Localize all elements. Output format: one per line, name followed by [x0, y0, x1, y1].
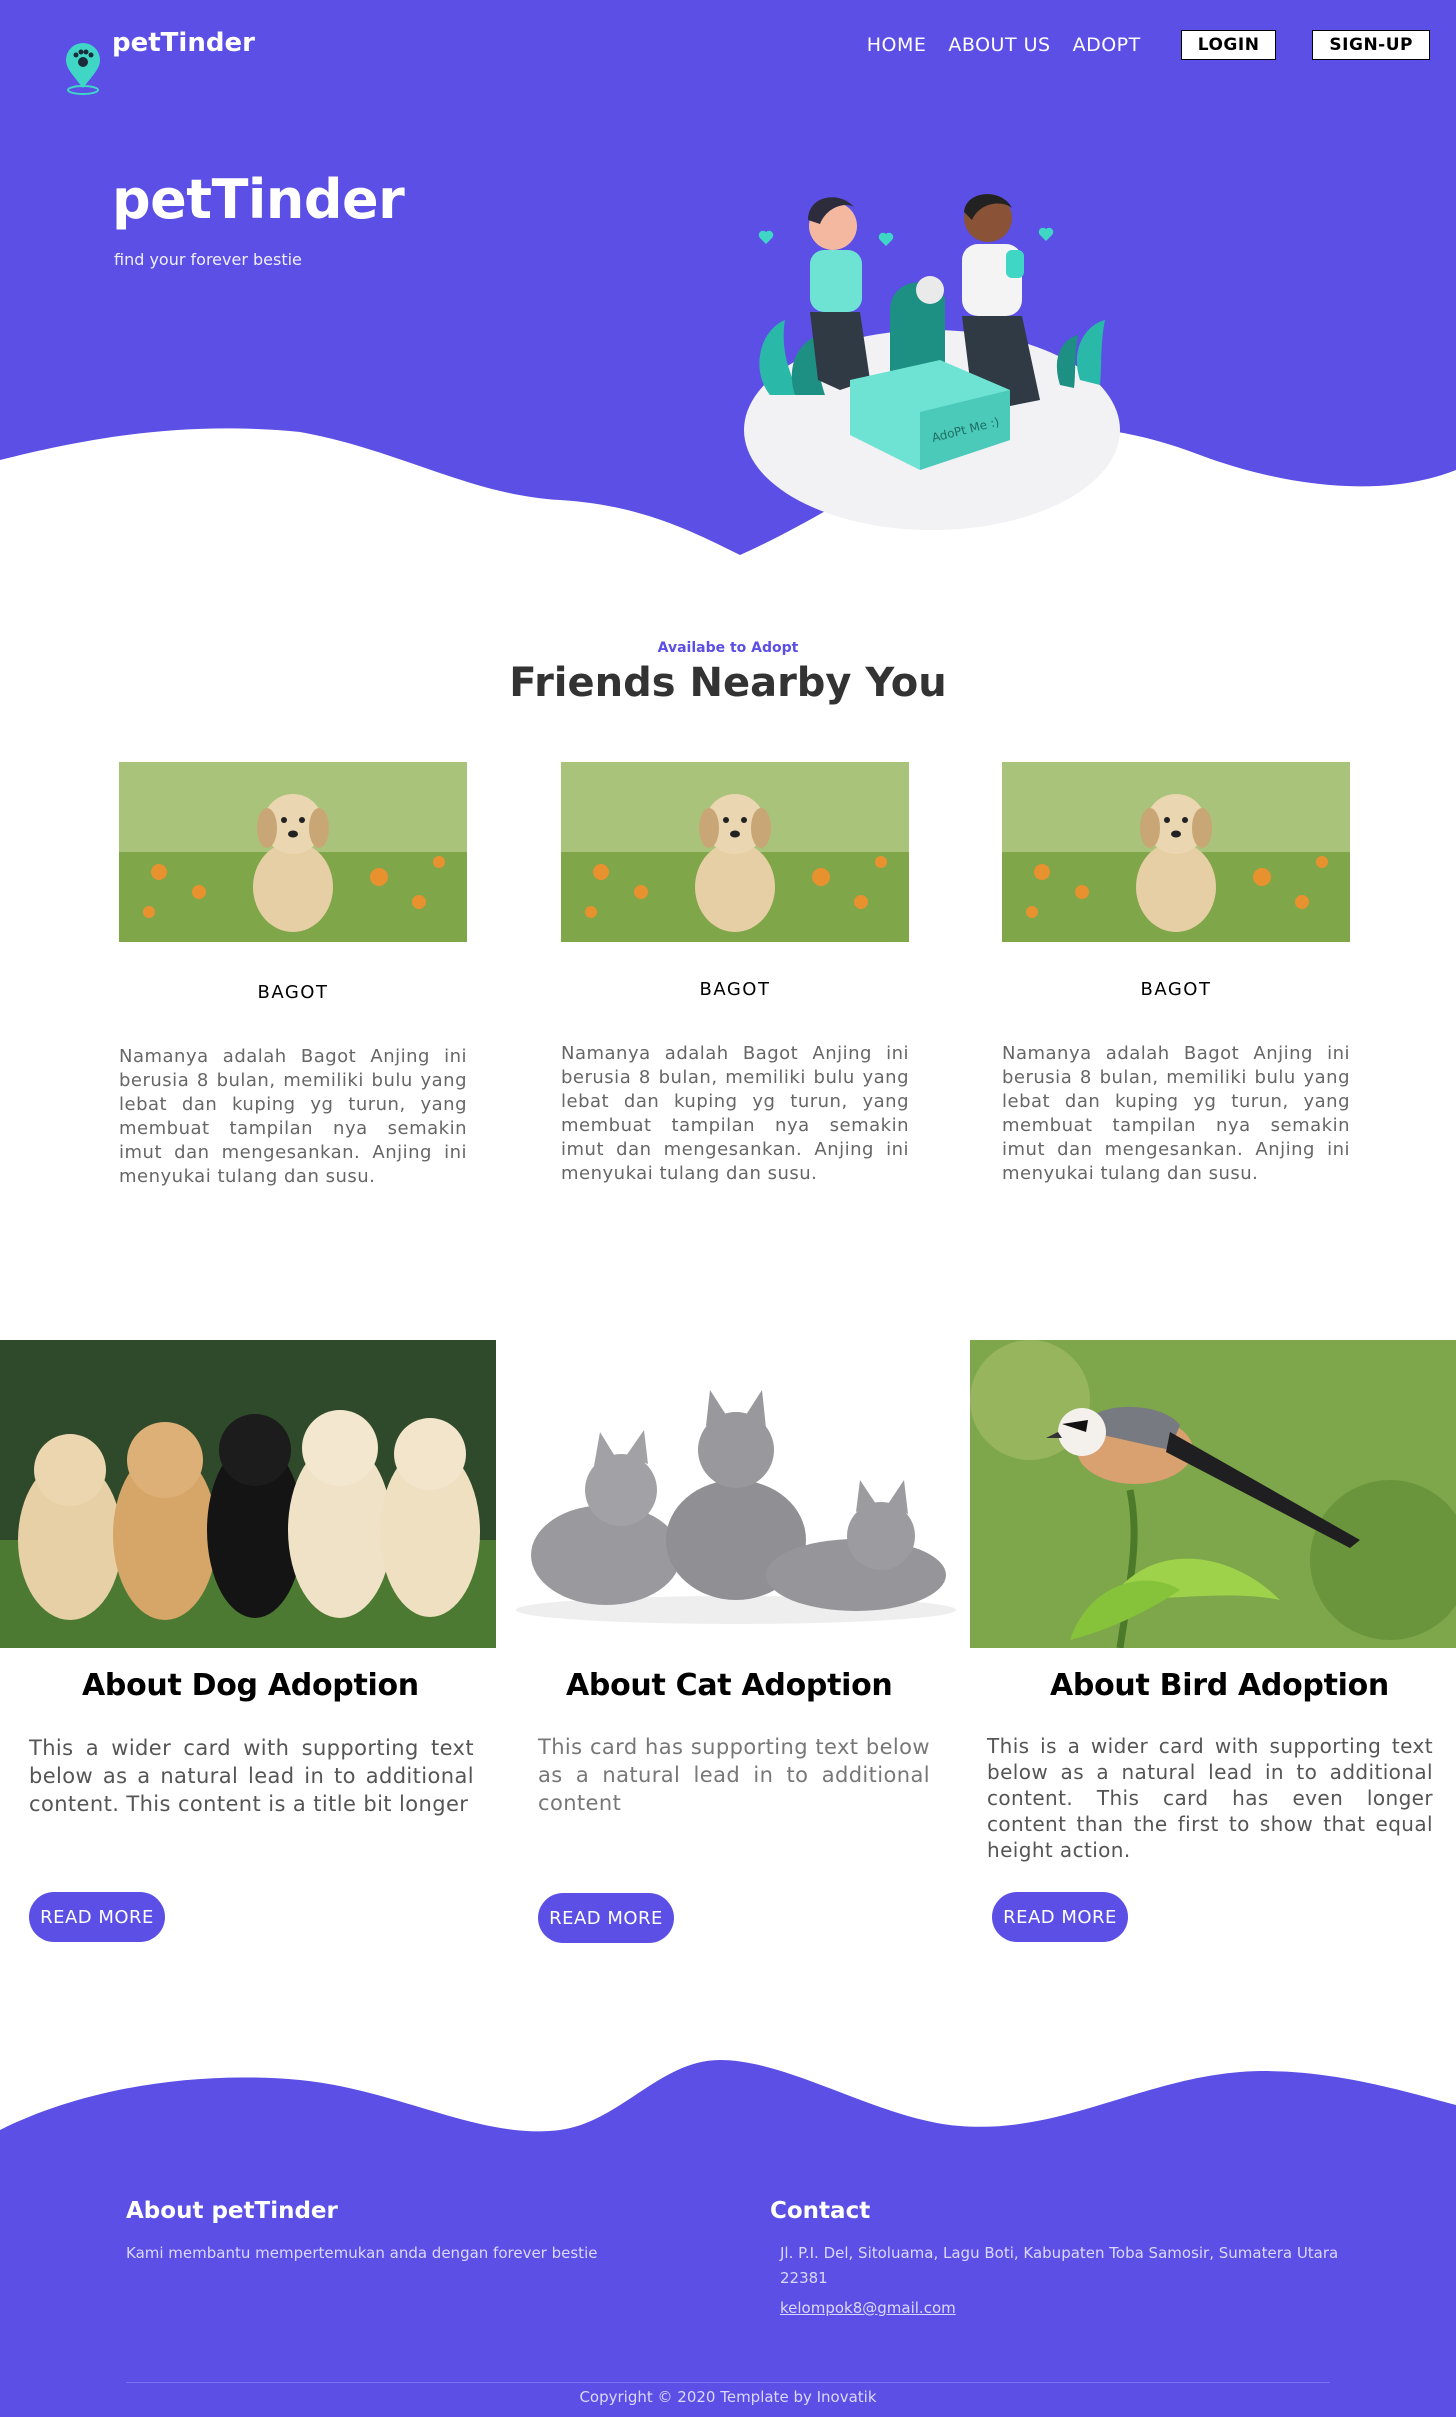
hero-subtitle: find your forever bestie [114, 250, 302, 269]
dog-read-more-button[interactable]: READ MORE [29, 1892, 165, 1942]
dog-adoption-text: This a wider card with supporting text b… [29, 1736, 474, 1816]
footer-copyright: Copyright © 2020 Template by Inovatik [579, 2388, 877, 2406]
cat-read-more-button[interactable]: READ MORE [538, 1893, 674, 1943]
dog-adoption-title: About Dog Adoption [82, 1668, 419, 1703]
bird-photo [970, 1340, 1456, 1648]
nav-adopt[interactable]: ADOPT [1073, 34, 1141, 56]
nav-home[interactable]: HOME [867, 34, 927, 56]
nav-about-us[interactable]: ABOUT US [948, 34, 1050, 56]
dog-adoption-card [0, 1340, 496, 1648]
footer-wave-background [0, 2060, 1456, 2417]
puppies-photo [0, 1340, 496, 1648]
bird-read-more-button[interactable]: READ MORE [992, 1892, 1128, 1942]
footer-about-text: Kami membantu mempertemukan anda dengan … [126, 2244, 598, 2262]
puppy-photo [1002, 762, 1350, 942]
paw-location-pin-icon [66, 43, 100, 95]
section-title: Friends Nearby You [509, 660, 947, 706]
pet-name: BAGOT [699, 979, 771, 1000]
footer-contact-heading: Contact [770, 2198, 871, 2224]
brand[interactable]: petTinder [62, 28, 255, 96]
kittens-photo [496, 1340, 970, 1648]
pet-description: Namanya adalah Bagot Anjing ini berusia … [1002, 1043, 1350, 1184]
signup-button[interactable]: SIGN-UP [1312, 30, 1430, 60]
pet-card[interactable]: BAGOT Namanya adalah Bagot Anjing ini be… [1002, 762, 1350, 1186]
pet-name: BAGOT [1140, 979, 1212, 1000]
footer-email-link[interactable]: kelompok8@gmail.com [780, 2299, 956, 2317]
bird-adoption-text: This is a wider card with supporting tex… [987, 1734, 1433, 1862]
pet-name: BAGOT [257, 982, 329, 1003]
cat-adoption-text: This card has supporting text below as a… [538, 1735, 930, 1815]
puppy-photo [119, 762, 467, 942]
section-eyebrow: Availabe to Adopt [657, 640, 799, 656]
footer-address: Jl. P.I. Del, Sitoluama, Lagu Boti, Kabu… [780, 2244, 1339, 2287]
bird-adoption-card [970, 1340, 1456, 1648]
cat-adoption-title: About Cat Adoption [566, 1668, 893, 1703]
pet-description: Namanya adalah Bagot Anjing ini berusia … [119, 1046, 467, 1187]
hero-title: petTinder [112, 168, 405, 231]
adoption-illustration: AdoPt Me :) [744, 194, 1120, 530]
pet-card[interactable]: BAGOT Namanya adalah Bagot Anjing ini be… [119, 762, 467, 1189]
main-nav: HOME ABOUT US ADOPT LOGIN SIGN-UP [867, 30, 1430, 60]
footer-about-heading: About petTinder [126, 2198, 338, 2224]
pet-description: Namanya adalah Bagot Anjing ini berusia … [561, 1043, 909, 1184]
hero-section: petTinder HOME ABOUT US ADOPT LOGIN SIGN… [0, 0, 1456, 560]
footer-divider [126, 2382, 1330, 2383]
puppy-photo [561, 762, 909, 942]
cat-adoption-card [496, 1340, 970, 1648]
bird-adoption-title: About Bird Adoption [1050, 1668, 1389, 1703]
brand-name: petTinder [112, 28, 255, 58]
pet-card[interactable]: BAGOT Namanya adalah Bagot Anjing ini be… [561, 762, 909, 1186]
login-button[interactable]: LOGIN [1180, 30, 1277, 60]
